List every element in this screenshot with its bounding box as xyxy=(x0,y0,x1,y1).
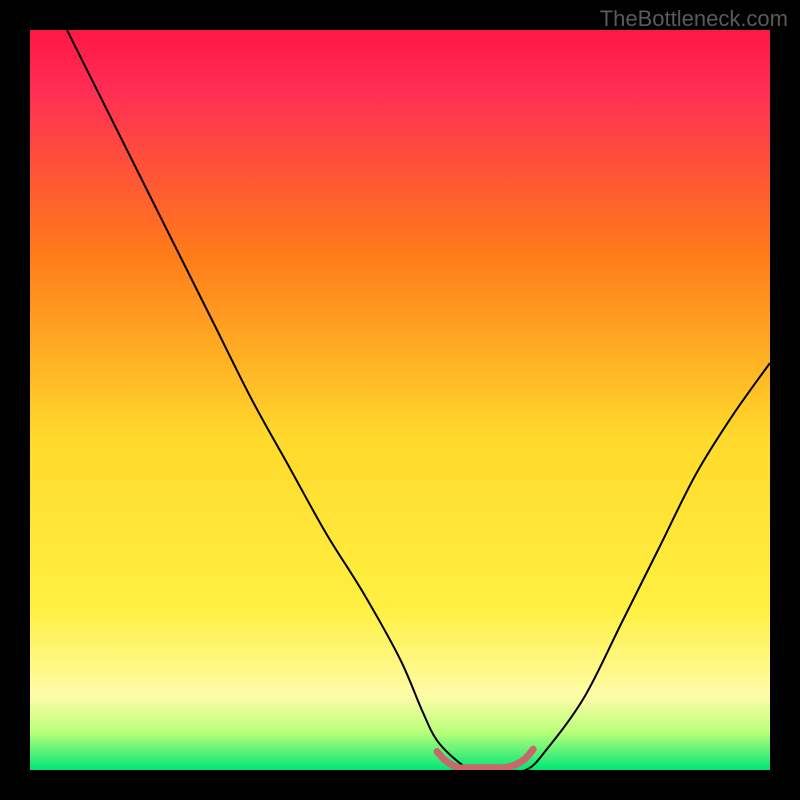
chart-svg xyxy=(30,30,770,770)
chart-plot-area xyxy=(30,30,770,770)
watermark-text: TheBottleneck.com xyxy=(600,6,788,32)
chart-frame xyxy=(30,30,770,770)
